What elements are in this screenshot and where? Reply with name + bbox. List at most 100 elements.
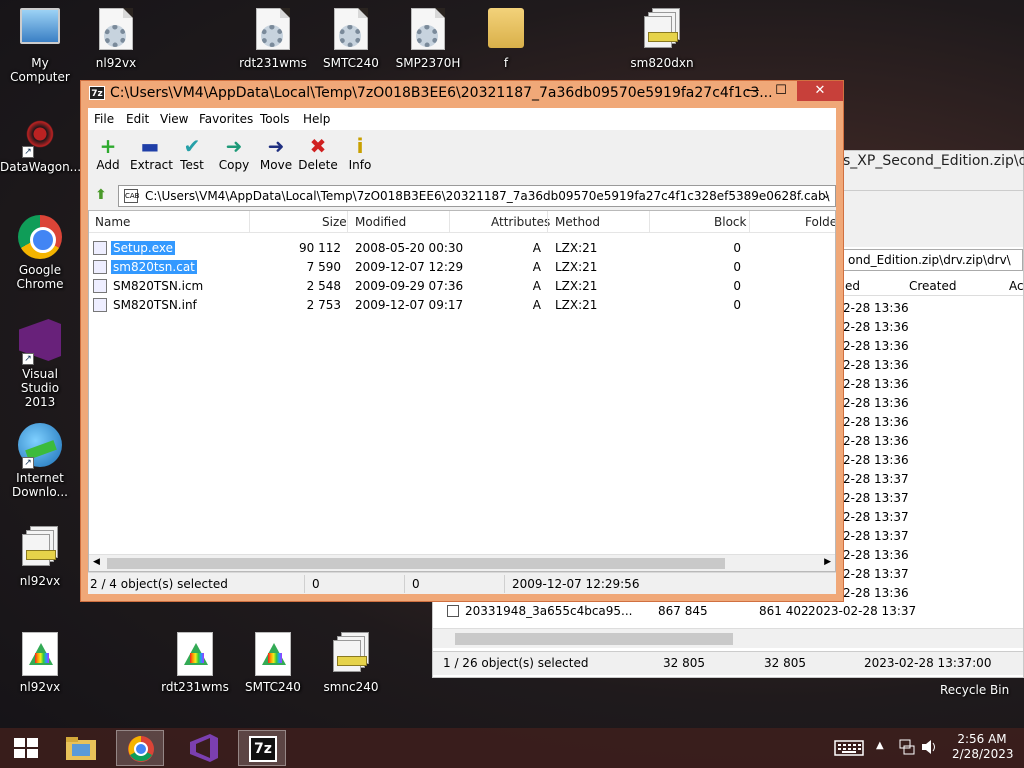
toolbar-test-button[interactable]: ✔ Test bbox=[172, 134, 212, 172]
desktop-icon-label: My Computer bbox=[10, 56, 70, 84]
file-list[interactable]: Name Size Modified Attributes Method Blo… bbox=[88, 210, 836, 572]
keyboard-icon[interactable] bbox=[834, 738, 864, 761]
visual-studio-icon: ↗ bbox=[18, 319, 62, 365]
settings-file-icon bbox=[406, 8, 450, 52]
bg-row-packed: 861 402 bbox=[759, 604, 809, 618]
col-attributes[interactable]: Attributes bbox=[491, 215, 550, 229]
scrollbar-thumb[interactable] bbox=[107, 558, 725, 569]
start-button[interactable] bbox=[2, 730, 50, 766]
file-method: LZX:21 bbox=[555, 279, 598, 293]
toolbar-copy-button[interactable]: ➜ Copy bbox=[214, 134, 254, 172]
desktop-icon-smtc240[interactable]: SMTC240 bbox=[311, 8, 391, 70]
table-row[interactable]: sm820tsn.cat 7 590 2009-12-07 12:29 A LZX:21… bbox=[89, 258, 835, 277]
bg-row-time: 2-28 13:37 bbox=[843, 491, 909, 505]
desktop-icon-label: nl92vx bbox=[19, 574, 61, 588]
address-path: C:\Users\VM4\AppData\Local\Temp\7zO018B3… bbox=[145, 189, 830, 203]
desktop-icon-visual-studio[interactable]: ↗ Visual Studio 2013 bbox=[0, 319, 80, 409]
color-profile-icon bbox=[173, 632, 217, 676]
desktop-icon-nl92vx-3[interactable]: nl92vx bbox=[0, 632, 80, 694]
add-icon: + bbox=[99, 134, 117, 158]
move-icon: ➜ bbox=[267, 134, 285, 158]
scroll-right-icon[interactable]: ▶ bbox=[824, 557, 831, 567]
settings-file-icon bbox=[94, 8, 138, 52]
7zip-icon[interactable]: 7z bbox=[89, 86, 105, 100]
toolbar-label: Delete bbox=[298, 158, 338, 172]
toolbar-move-button[interactable]: ➜ Move bbox=[256, 134, 296, 172]
col-block[interactable]: Block bbox=[714, 215, 746, 229]
status-modified: 2009-12-07 12:29:56 bbox=[512, 577, 640, 591]
folder-up-icon[interactable]: ⬆ bbox=[92, 187, 110, 205]
info-icon: i bbox=[356, 134, 364, 158]
bg-row-time: 2-28 13:36 bbox=[843, 396, 909, 410]
folder-icon bbox=[66, 737, 96, 760]
desktop-icon-rdt231wms-2[interactable]: rdt231wms bbox=[155, 632, 235, 694]
bg-col-created[interactable]: Created bbox=[909, 279, 957, 293]
close-button[interactable]: ✕ bbox=[797, 81, 843, 101]
table-row[interactable]: 20331948_3a655c4bca95... 867 845 861 402… bbox=[433, 602, 1023, 621]
desktop-icon-nl92vx-2[interactable]: nl92vx bbox=[0, 526, 80, 588]
table-row[interactable]: Setup.exe 90 112 2008-05-20 00:30 A LZX:21 0 bbox=[89, 239, 835, 258]
scroll-left-icon[interactable]: ◀ bbox=[93, 557, 100, 567]
desktop-icon-smnc240[interactable]: smnc240 bbox=[311, 632, 391, 694]
menu-edit[interactable]: Edit bbox=[126, 112, 149, 126]
menu-favorites[interactable]: Favorites bbox=[199, 112, 253, 126]
toolbar-extract-button[interactable]: ▬ Extract bbox=[130, 134, 173, 172]
bg-row-time: 2-28 13:36 bbox=[843, 453, 909, 467]
menu-tools[interactable]: Tools bbox=[260, 112, 290, 126]
bg-window-title: s_XP_Second_Edition.zip\drv bbox=[843, 153, 1024, 169]
col-folder[interactable]: Folder bbox=[805, 215, 835, 229]
menu-bar: File Edit View Favorites Tools Help bbox=[88, 108, 836, 130]
desktop-icon-f[interactable]: f bbox=[466, 8, 546, 70]
desktop-icon-sm820dxn[interactable]: sm820dxn bbox=[622, 8, 702, 70]
address-bar[interactable]: CAB C:\Users\VM4\AppData\Local\Temp\7zO0… bbox=[118, 185, 836, 207]
table-row[interactable]: SM820TSN.inf 2 753 2009-12-07 09:17 A LZX:21… bbox=[89, 296, 835, 315]
archive-window[interactable]: 7z C:\Users\VM4\AppData\Local\Temp\7zO01… bbox=[80, 80, 844, 602]
status-size: 0 bbox=[312, 577, 320, 591]
desktop-icon-internet-download-manager[interactable]: ↗ Internet Downlo... bbox=[0, 423, 80, 499]
desktop-icon-smtc240-2[interactable]: SMTC240 bbox=[233, 632, 313, 694]
bg-horizontal-scrollbar[interactable] bbox=[433, 628, 1023, 648]
desktop-icon-nl92vx[interactable]: nl92vx bbox=[76, 8, 156, 70]
bg-row-modified: 2023-02-28 13:37 bbox=[808, 604, 917, 618]
bg-col-accessed[interactable]: Ac bbox=[1009, 279, 1024, 293]
file-size: 2 753 bbox=[306, 298, 341, 312]
menu-view[interactable]: View bbox=[160, 112, 188, 126]
volume-icon[interactable] bbox=[920, 738, 938, 759]
menu-help[interactable]: Help bbox=[303, 112, 330, 126]
table-row[interactable]: SM820TSN.icm 2 548 2009-09-29 07:36 A LZX:21… bbox=[89, 277, 835, 296]
desktop-icon-label: SMTC240 bbox=[323, 56, 379, 70]
window-client: File Edit View Favorites Tools Help + Add… bbox=[88, 108, 836, 594]
chrome-icon bbox=[128, 736, 154, 762]
col-modified[interactable]: Modified bbox=[355, 215, 406, 229]
taskbar-7zip[interactable]: 7z bbox=[238, 730, 286, 766]
taskbar-file-explorer[interactable] bbox=[58, 730, 106, 766]
taskbar-google-chrome[interactable] bbox=[116, 730, 164, 766]
taskbar-visual-studio[interactable] bbox=[180, 730, 228, 766]
horizontal-scrollbar[interactable]: ◀ ▶ bbox=[89, 554, 835, 571]
chevron-up-icon[interactable]: ▲ bbox=[876, 740, 884, 751]
col-size[interactable]: Size bbox=[322, 215, 347, 229]
desktop-icon-smp2370h[interactable]: SMP2370H bbox=[388, 8, 468, 70]
toolbar-delete-button[interactable]: ✖ Delete bbox=[298, 134, 338, 172]
recycle-bin-label[interactable]: Recycle Bin bbox=[940, 683, 1009, 697]
file-block: 0 bbox=[733, 279, 741, 293]
bg-row-time: 2-28 13:37 bbox=[843, 529, 909, 543]
chevron-down-icon[interactable]: ⌄ bbox=[822, 188, 831, 201]
desktop-icon-google-chrome[interactable]: Google Chrome bbox=[0, 215, 80, 291]
menu-file[interactable]: File bbox=[94, 112, 114, 126]
network-icon[interactable] bbox=[898, 738, 916, 759]
clock[interactable]: 2:56 AM 2/28/2023 bbox=[952, 732, 1014, 762]
desktop-icon-label: sm820dxn bbox=[630, 56, 694, 70]
toolbar-info-button[interactable]: i Info bbox=[340, 134, 380, 172]
desktop-icon-rdt231wms[interactable]: rdt231wms bbox=[233, 8, 313, 70]
col-method[interactable]: Method bbox=[555, 215, 600, 229]
file-block: 0 bbox=[733, 298, 741, 312]
desktop-icon-datawagon[interactable]: ↗ DataWagon... bbox=[0, 112, 81, 174]
bg-col-modified[interactable]: ed bbox=[845, 279, 860, 293]
maximize-button[interactable]: ☐ bbox=[765, 81, 797, 101]
title-bar[interactable]: 7z C:\Users\VM4\AppData\Local\Temp\7zO01… bbox=[81, 81, 843, 106]
col-name[interactable]: Name bbox=[95, 215, 130, 229]
toolbar-add-button[interactable]: + Add bbox=[88, 134, 128, 172]
desktop-icon-my-computer[interactable]: My Computer bbox=[0, 8, 80, 84]
windows-logo-icon bbox=[14, 738, 38, 758]
